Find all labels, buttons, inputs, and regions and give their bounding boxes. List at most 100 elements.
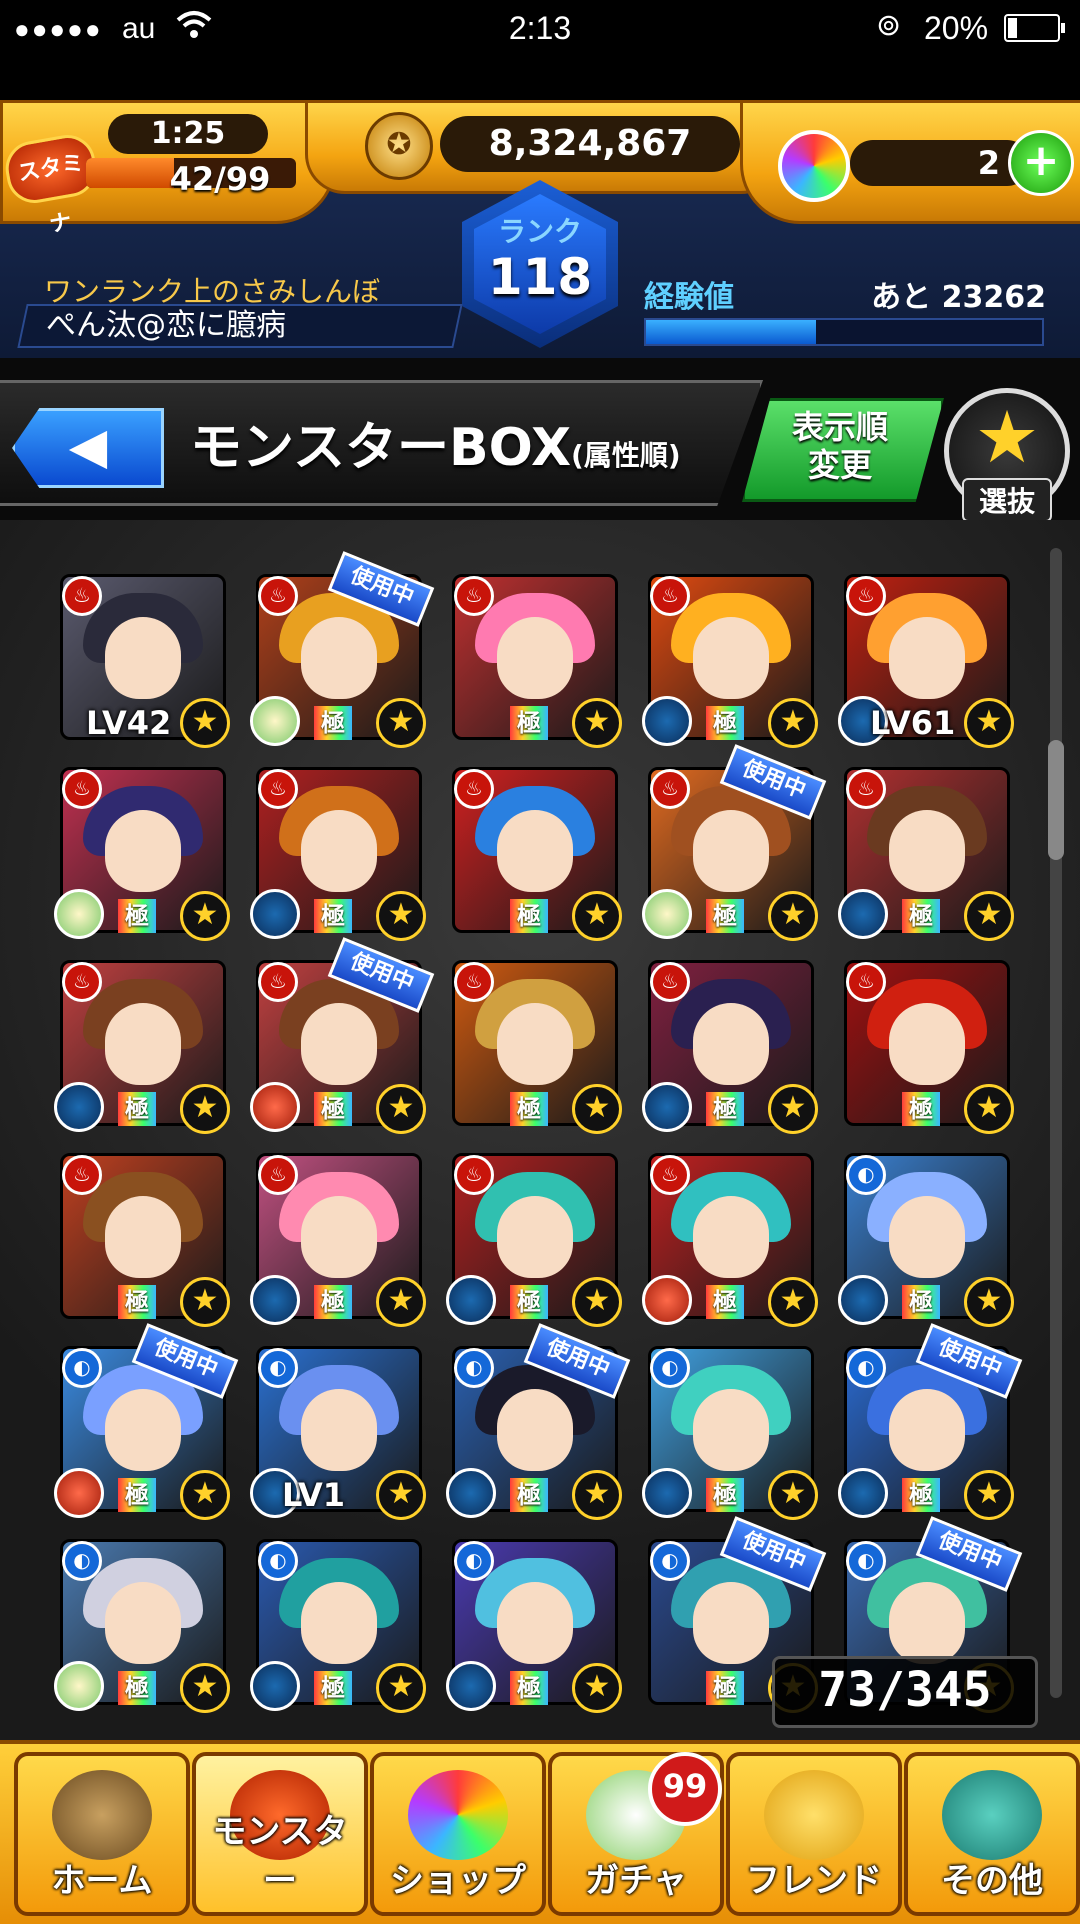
fire-element-icon: ♨ [62,1155,102,1195]
star-icon: ★ [376,1663,426,1713]
evolution-rank-badge: 極 [510,706,548,740]
evolution-rank-badge: 極 [118,899,156,933]
lotus-badge-icon [250,696,300,746]
select-label[interactable]: 選抜 [962,478,1052,522]
portrait-face [105,810,181,892]
nav-friend[interactable]: フレンド [726,1752,902,1916]
portrait-face [301,810,377,892]
water-badge-icon [446,1468,496,1518]
scrollbar-thumb[interactable] [1048,740,1064,860]
portrait-face [105,617,181,699]
monster-level: LV1 [282,1476,346,1514]
water-element-icon: ◐ [846,1541,886,1581]
nav-orb[interactable]: ショップ [370,1752,546,1916]
fire-element-icon: ♨ [62,962,102,1002]
portrait-face [497,1003,573,1085]
star-icon: ★ [376,1470,426,1520]
monster-card[interactable]: ♨ 極 ★ [642,1147,818,1327]
star-icon: ★ [572,1663,622,1713]
monster-card[interactable]: ◐極★使用中 [54,1323,239,1520]
evolution-rank-badge: 極 [118,1092,156,1126]
evolution-rank-badge: 極 [902,899,940,933]
monster-card[interactable]: ♨ 極 ★ [250,761,426,941]
battery-percent: 20% [924,10,989,46]
sort-order-label[interactable]: 表示順 変更 [760,408,920,484]
portrait-face [889,1003,965,1085]
evolution-rank-badge: 極 [902,1092,940,1126]
monster-card[interactable]: ♨ 極 ★ [54,761,230,941]
gacha-count-badge: 99 [648,1752,722,1826]
scrollbar-track[interactable] [1050,548,1062,1698]
monster-card[interactable]: ♨ 極 ★ [56,1147,230,1327]
evolution-rank-badge: 極 [314,1671,352,1705]
sort-label-line2: 変更 [807,446,872,484]
monster-card[interactable]: ◐ ★ LV1 [250,1340,426,1520]
player-name: ぺん汰@恋に臆病 [17,304,463,348]
monster-card[interactable]: ♨ 極 ★ [840,954,1014,1134]
orb-icon [778,130,850,202]
portrait-face [105,1582,181,1664]
portrait-face [497,1582,573,1664]
monster-card[interactable]: ◐ 極 ★ [446,1533,622,1713]
water-badge-icon [250,1661,300,1711]
portrait-face [693,810,769,892]
portrait-face [301,1003,377,1085]
monster-card[interactable]: ♨ 極 ★ 使用中 [250,551,435,748]
monster-card[interactable]: ♨ 極 ★ [642,568,818,748]
monster-card[interactable]: ◐ 極 ★ [250,1533,426,1713]
portrait-face [693,1582,769,1664]
evolution-rank-badge: 極 [314,899,352,933]
stamina-timer: 1:25 [108,114,268,154]
monster-card[interactable]: ♨ 極 ★ [446,1147,622,1327]
monster-card[interactable]: ♨ 極 ★ [54,954,230,1134]
monster-card[interactable]: ♨ 極 ★ 使用中 [250,937,435,1134]
nav-monster[interactable]: モンスター [192,1752,368,1916]
star-icon: ★ [180,1470,230,1520]
star-icon: ★ [572,1084,622,1134]
monster-card[interactable]: ♨ 極 ★ [642,954,818,1134]
star-icon: ★ [768,1277,818,1327]
star-icon: ★ [768,891,818,941]
monster-card[interactable]: ◐ 極 ★ [838,1147,1014,1327]
monster-card[interactable]: ♨ 極 ★ [448,568,622,748]
nav-home[interactable]: ホーム [14,1752,190,1916]
evolution-rank-badge: 極 [314,1092,352,1126]
monster-card[interactable]: ♨ ★ LV42 [56,568,230,748]
water-element-icon: ◐ [62,1541,102,1581]
fire-element-icon: ♨ [454,769,494,809]
player-header: スタミナ 1:25 42/99 ✪ 8,324,867 2 + ランク 118 … [0,100,1080,358]
monster-card[interactable]: ♨ 極 ★ [448,761,622,941]
add-orb-button[interactable]: + [1008,130,1074,196]
monster-card[interactable]: ◐極★使用中 [838,1323,1023,1520]
fire-element-icon: ♨ [62,769,102,809]
water-element-icon: ◐ [650,1348,690,1388]
monster-card[interactable]: ♨ ★ LV61 [838,568,1014,748]
monster-card[interactable]: ◐ 極 ★ [54,1533,230,1713]
water-badge-icon [838,889,888,939]
water-element-icon: ◐ [258,1541,298,1581]
portrait-face [105,1196,181,1278]
star-icon: ★ [376,1277,426,1327]
water-element-icon: ◐ [258,1348,298,1388]
star-icon: ★ [376,1084,426,1134]
star-icon: ★ [964,1084,1014,1134]
fire-element-icon: ♨ [846,769,886,809]
fire-element-icon: ♨ [650,1155,690,1195]
exp-remaining: あと 23262 [871,280,1046,315]
monster-card[interactable]: ♨ 極 ★ [838,761,1014,941]
monster-card[interactable]: ◐ 極 ★ [642,1340,818,1520]
portrait-face [497,617,573,699]
monster-level: LV61 [870,704,956,742]
star-icon: ★ [572,1470,622,1520]
star-icon: ★ [572,891,622,941]
monster-card[interactable]: ♨ 極 ★ [250,1147,426,1327]
nav-other[interactable]: その他 [904,1752,1080,1916]
monster-card[interactable]: ♨ 極 ★ [448,954,622,1134]
apple-badge-icon [250,1082,300,1132]
portrait-face [497,810,573,892]
star-icon[interactable]: ★ [944,392,1070,482]
monster-card[interactable]: ◐極★使用中 [446,1323,631,1520]
star-icon: ★ [180,1663,230,1713]
back-button[interactable]: ◀ [12,408,164,488]
monster-card[interactable]: ♨ 極 ★ 使用中 [642,744,827,941]
